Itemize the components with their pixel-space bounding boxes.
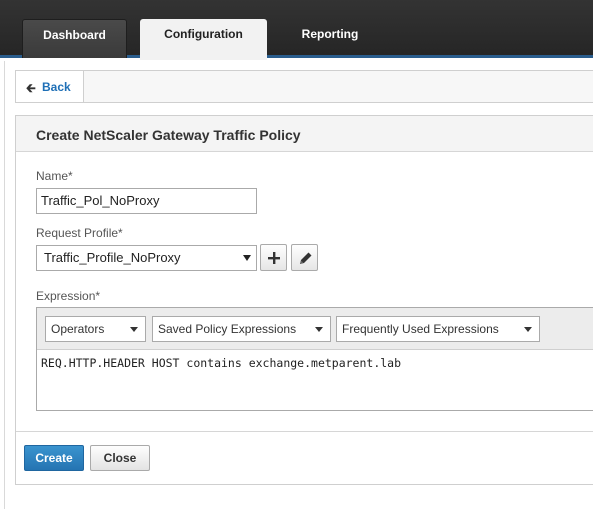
edit-profile-button[interactable] (291, 244, 318, 271)
close-button[interactable]: Close (90, 445, 150, 471)
chevron-down-icon (243, 255, 251, 261)
chevron-down-icon (130, 327, 138, 332)
expression-toolbar: Operators Saved Policy Expressions Frequ… (37, 308, 593, 350)
divider (4, 61, 5, 509)
request-profile-value: Traffic_Profile_NoProxy (44, 250, 181, 265)
request-profile-select[interactable]: Traffic_Profile_NoProxy (36, 245, 257, 271)
add-profile-button[interactable] (260, 244, 287, 271)
expression-label: Expression* (36, 289, 101, 303)
tab-reporting[interactable]: Reporting (280, 19, 380, 58)
back-button[interactable]: 🡰 Back (16, 71, 84, 102)
expression-textarea[interactable]: REQ.HTTP.HEADER HOST contains exchange.m… (41, 356, 401, 370)
top-nav-bar: Dashboard Configuration Reporting (0, 0, 593, 60)
panel-header: Create NetScaler Gateway Traffic Policy (16, 116, 593, 152)
page-title: Create NetScaler Gateway Traffic Policy (36, 127, 301, 143)
footer-divider (16, 431, 593, 432)
operators-label: Operators (51, 322, 105, 336)
back-label: Back (42, 80, 71, 94)
arrow-left-icon: 🡰 (26, 81, 36, 95)
frequently-used-expressions-dropdown[interactable]: Frequently Used Expressions (336, 316, 540, 342)
create-policy-panel: Create NetScaler Gateway Traffic Policy … (15, 115, 593, 485)
chevron-down-icon (524, 327, 532, 332)
expression-editor: Operators Saved Policy Expressions Frequ… (36, 307, 593, 411)
tab-dashboard[interactable]: Dashboard (22, 19, 127, 58)
name-label: Name* (36, 169, 73, 183)
chevron-down-icon (315, 327, 323, 332)
tab-configuration[interactable]: Configuration (140, 19, 267, 60)
name-input[interactable]: Traffic_Pol_NoProxy (36, 188, 257, 214)
create-button[interactable]: Create (24, 445, 84, 471)
frequent-expressions-label: Frequently Used Expressions (342, 322, 499, 336)
request-profile-label: Request Profile* (36, 226, 123, 240)
pencil-icon (300, 252, 312, 264)
plus-icon (268, 252, 280, 264)
operators-dropdown[interactable]: Operators (45, 316, 146, 342)
back-bar: 🡰 Back (15, 70, 593, 103)
saved-policy-expressions-dropdown[interactable]: Saved Policy Expressions (152, 316, 331, 342)
saved-expressions-label: Saved Policy Expressions (158, 322, 297, 336)
